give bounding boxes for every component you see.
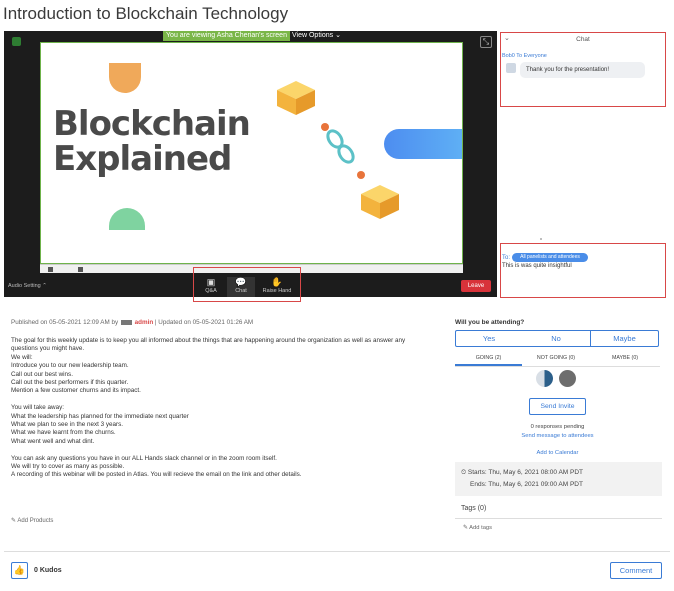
body-line: Introduce you to our new leadership team… xyxy=(11,362,129,370)
post-body: The goal for this weekly update is to ke… xyxy=(11,337,411,480)
body-line: What the leadership has planned for the … xyxy=(11,412,189,420)
pencil-icon: ✎ xyxy=(11,518,17,524)
author-link[interactable]: admin xyxy=(135,319,154,326)
body-line: A recording of this webinar will be post… xyxy=(11,471,302,479)
body-line: What we plan to see in the next 3 years. xyxy=(11,421,124,429)
rsvp-no-button[interactable]: No xyxy=(522,330,590,347)
send-invite-button[interactable]: Send Invite xyxy=(529,398,586,415)
body-line: You can ask any questions you have in ou… xyxy=(11,454,277,462)
controls-highlight xyxy=(193,267,301,302)
blue-shape xyxy=(384,129,462,159)
body-line: We will: xyxy=(11,353,33,361)
add-tags-link[interactable]: ✎ Add tags xyxy=(463,525,492,531)
body-line xyxy=(11,446,411,454)
chevron-down-icon: ⌄ xyxy=(335,32,341,39)
kudos-count: 0 Kudos xyxy=(34,567,62,574)
event-starts-text: Starts: Thu, May 6, 2021 08:00 AM PDT xyxy=(467,469,584,476)
author-badge-icon xyxy=(120,319,132,325)
rsvp-maybe-button[interactable]: Maybe xyxy=(590,330,659,347)
kudos-button[interactable]: 👍 xyxy=(11,562,28,579)
slide-title-line2: Explained xyxy=(53,139,232,179)
audio-setting[interactable]: Audio Setting ⌃ xyxy=(8,283,47,289)
meta-published: Published on 05-05-2021 12:09 AM by xyxy=(11,319,119,326)
chain-icon xyxy=(321,123,365,179)
thumbs-up-icon: 👍 xyxy=(13,565,26,575)
body-line xyxy=(11,396,411,404)
body-line: Call out the best performers if this qua… xyxy=(11,379,129,387)
body-line: The goal for this weekly update is to ke… xyxy=(11,337,406,344)
chat-input-highlight xyxy=(500,243,666,298)
add-to-calendar-link[interactable]: Add to Calendar xyxy=(455,450,660,456)
page-title: Introduction to Blockchain Technology xyxy=(3,4,289,23)
orange-shape xyxy=(109,63,141,93)
tags-title: Tags (0) xyxy=(461,505,487,512)
pending-responses: 0 responses pending xyxy=(530,424,585,430)
post-meta: Published on 05-05-2021 12:09 AM by admi… xyxy=(11,319,253,326)
tab-maybe[interactable]: MAYBE (0) xyxy=(590,355,660,361)
slide-title-line1: Blockchain xyxy=(53,104,251,144)
footer-divider xyxy=(4,551,670,552)
fullscreen-icon[interactable]: ⤡ xyxy=(480,36,492,48)
event-time-box xyxy=(455,462,662,496)
add-products-link[interactable]: ✎ Add Products xyxy=(11,517,53,524)
leave-button[interactable]: Leave xyxy=(461,280,491,292)
tab-not-going[interactable]: NOT GOING (0) xyxy=(522,355,590,361)
view-options-button[interactable]: View Options ⌄ xyxy=(292,31,341,41)
cube-icon xyxy=(277,81,315,115)
rsvp-yes-button[interactable]: Yes xyxy=(455,330,523,347)
event-ends: Ends: Thu, May 6, 2021 09:00 AM PDT xyxy=(470,481,583,488)
view-options-label: View Options xyxy=(292,32,334,39)
clock-icon: ⏲ xyxy=(461,469,467,476)
body-line: questions you might have. xyxy=(11,345,85,353)
send-message-link[interactable]: Send message to attendees xyxy=(455,433,660,439)
tab-divider xyxy=(455,366,660,367)
body-line: What we have learnt from the churns. xyxy=(11,429,116,437)
body-line: Call out our best wins. xyxy=(11,370,73,378)
pencil-icon: ✎ xyxy=(463,525,468,531)
audio-setting-label: Audio Setting xyxy=(8,283,41,289)
shared-slide: Blockchain Explained xyxy=(40,42,463,264)
slide-footer-icon xyxy=(48,267,53,272)
viewing-banner: You are viewing Asha Cherian's screen xyxy=(163,31,290,41)
event-starts: ⏲ Starts: Thu, May 6, 2021 08:00 AM PDT xyxy=(461,469,583,477)
meta-updated: | Updated on 05-05-2021 01:26 AM xyxy=(154,319,254,326)
add-tags-label: Add tags xyxy=(469,525,493,531)
body-line: You will take away: xyxy=(11,404,64,412)
slide-title: Blockchain Explained xyxy=(53,104,251,179)
tab-going[interactable]: GOING (2) xyxy=(455,355,522,361)
attend-question: Will you be attending? xyxy=(455,319,525,326)
body-line: We will try to cover as many as possible… xyxy=(11,463,125,471)
cube-icon xyxy=(361,185,399,219)
divider-dot xyxy=(540,238,542,240)
avatar[interactable] xyxy=(536,370,553,387)
tags-divider xyxy=(455,518,662,519)
body-line: What went well and what dint. xyxy=(11,437,95,445)
chat-messages-highlight xyxy=(500,32,666,107)
slide-footer-icon xyxy=(78,267,83,272)
shield-icon xyxy=(12,37,21,46)
green-shape xyxy=(109,208,145,230)
body-line: Mention a few customer churns and its im… xyxy=(11,387,141,395)
tab-active-indicator xyxy=(455,364,522,366)
avatar[interactable] xyxy=(559,370,576,387)
chevron-up-icon: ⌃ xyxy=(42,283,47,289)
add-products-label: Add Products xyxy=(17,518,54,524)
comment-button[interactable]: Comment xyxy=(610,562,662,579)
